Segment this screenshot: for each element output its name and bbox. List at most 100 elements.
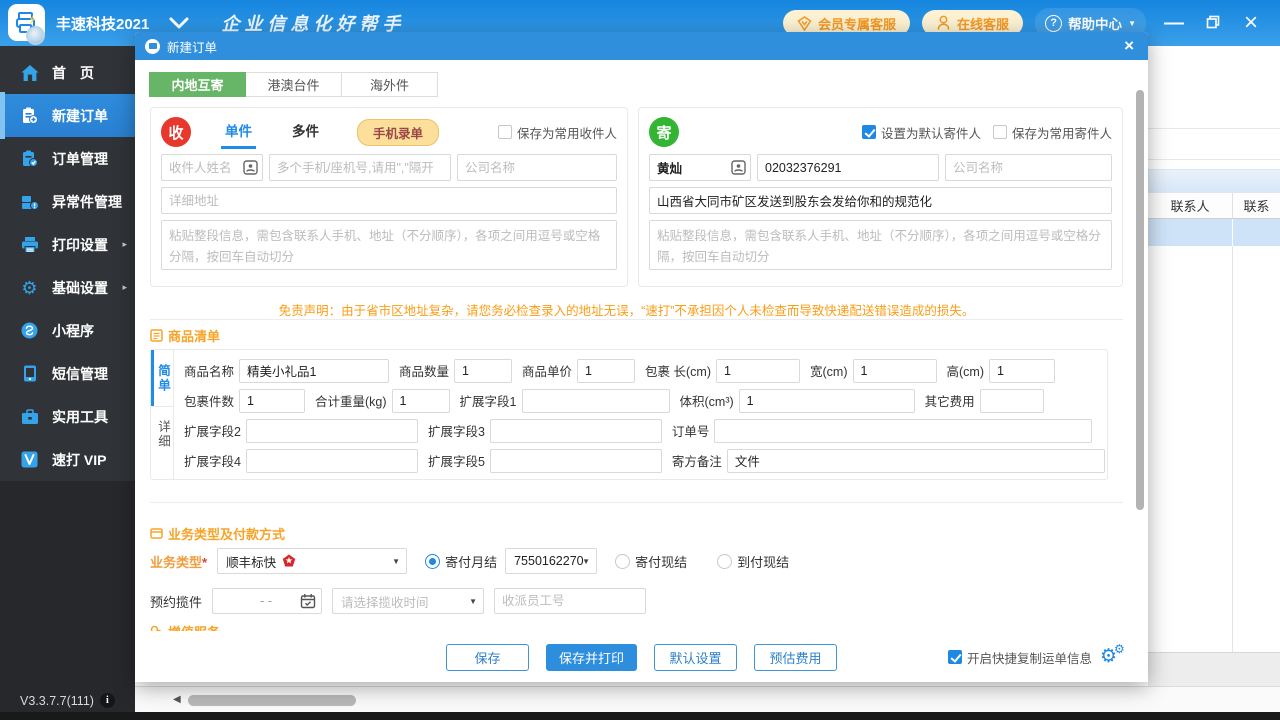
- courier-id-input[interactable]: [494, 588, 646, 614]
- tab-multi-item[interactable]: 多件: [288, 116, 323, 149]
- hscrollbar-thumb[interactable]: [188, 695, 356, 706]
- restore-button[interactable]: [1200, 13, 1226, 33]
- vip-icon: [20, 451, 39, 468]
- goods-tab-simple[interactable]: 简单: [151, 350, 173, 406]
- dialog-vscrollbar-thumb[interactable]: [1136, 90, 1144, 510]
- background-selected-row[interactable]: [1148, 219, 1280, 246]
- minimize-button[interactable]: —: [1158, 13, 1188, 33]
- other-fee-input[interactable]: [980, 389, 1044, 413]
- recipient-badge: 收: [161, 117, 191, 147]
- radio-selected[interactable]: [425, 554, 440, 569]
- region-tabs: 内地互寄 港澳台件 海外件: [150, 72, 438, 97]
- recipient-panel: 收 单件 多件 手机录单 保存为常用收件人: [150, 107, 628, 287]
- parcel-width-input[interactable]: [853, 359, 937, 383]
- estimate-fee-button[interactable]: 预估费用: [754, 644, 837, 671]
- parcel-height-input[interactable]: [989, 359, 1055, 383]
- ext-field2-input[interactable]: [246, 419, 418, 443]
- business-type-select[interactable]: 顺丰标快 ▼: [217, 548, 407, 574]
- sender-remark-input[interactable]: [727, 449, 1105, 473]
- business-type-label: 业务类型*: [150, 552, 207, 571]
- monthly-account-select[interactable]: 7550162270 ▼: [505, 548, 597, 574]
- sidebar-item-tools[interactable]: 实用工具: [0, 395, 135, 438]
- sender-phone-input[interactable]: [757, 154, 939, 181]
- calendar-icon[interactable]: [300, 593, 316, 612]
- sidebar-item-base-settings[interactable]: ⚙ 基础设置 ▸: [0, 266, 135, 309]
- sidebar-item-print-settings[interactable]: 打印设置 ▸: [0, 223, 135, 266]
- sidebar-item-order-manage[interactable]: 订单管理: [0, 137, 135, 180]
- goods-tab-detail[interactable]: 详细: [151, 406, 173, 462]
- pay-monthly-radio[interactable]: 寄付月结: [425, 552, 497, 571]
- parcel-count-input[interactable]: [239, 389, 305, 413]
- goods-name-input[interactable]: [239, 359, 389, 383]
- radio[interactable]: [615, 554, 630, 569]
- dialog-close-icon[interactable]: ×: [1120, 36, 1138, 56]
- sidebar-item-new-order[interactable]: 新建订单: [0, 94, 135, 137]
- background-hscrollbar[interactable]: ◀: [135, 686, 1280, 712]
- pickup-label: 预约揽件: [150, 592, 202, 611]
- phone-entry-button[interactable]: 手机录单: [357, 119, 439, 146]
- goods-price-input[interactable]: [577, 359, 635, 383]
- pay-now-radio[interactable]: 寄付现结: [615, 552, 687, 571]
- save-button[interactable]: 保存: [446, 644, 529, 671]
- pickup-date-input[interactable]: - -: [212, 588, 322, 614]
- ext-field3-input[interactable]: [490, 419, 662, 443]
- dialog-title: 新建订单: [167, 37, 217, 56]
- sidebar-item-abnormal[interactable]: 异常件管理: [0, 180, 135, 223]
- tab-single-item[interactable]: 单件: [221, 116, 256, 149]
- goods-panel: 简单 详细 商品名称 商品数量 商品单价 包裹 长(cm) 宽(cm) 高(cm…: [150, 349, 1108, 480]
- set-default-sender-checkbox[interactable]: 设置为默认寄件人: [862, 123, 981, 142]
- default-settings-button[interactable]: 默认设置: [654, 644, 737, 671]
- save-common-recipient-checkbox[interactable]: 保存为常用收件人: [498, 123, 617, 142]
- recipient-address-input[interactable]: [161, 187, 617, 214]
- sender-company-input[interactable]: [945, 154, 1112, 181]
- info-icon[interactable]: i: [100, 693, 115, 708]
- order-manage-icon: [20, 150, 39, 167]
- ext-field5-input[interactable]: [490, 449, 662, 473]
- sidebar-item-sms[interactable]: 短信管理: [0, 352, 135, 395]
- pickup-time-select[interactable]: 请选择揽收时间 ▼: [332, 588, 484, 614]
- dropdown-arrow-icon: ▼: [392, 557, 400, 566]
- background-grid-line: [1232, 246, 1233, 656]
- contact-book-icon[interactable]: [731, 160, 746, 180]
- order-no-input[interactable]: [714, 419, 1092, 443]
- close-window-button[interactable]: ×: [1238, 13, 1264, 33]
- total-weight-input[interactable]: [392, 389, 450, 413]
- recipient-phones-input[interactable]: [269, 154, 451, 181]
- dropdown-arrow-icon: ▼: [582, 557, 590, 566]
- parcel-length-input[interactable]: [716, 359, 800, 383]
- checkbox[interactable]: [498, 125, 512, 139]
- sender-address-input[interactable]: [649, 187, 1112, 214]
- goods-qty-input[interactable]: [454, 359, 512, 383]
- settings-gears-icon[interactable]: ⚙ ⚙: [1100, 645, 1126, 669]
- sidebar-item-home[interactable]: 首 页: [0, 51, 135, 94]
- checkbox-checked[interactable]: [862, 125, 876, 139]
- submenu-arrow-icon: ▸: [122, 239, 127, 250]
- dropdown-arrow-icon: ▼: [469, 597, 477, 606]
- disclaimer-text: 免责声明：由于省市区地址复杂，请您务必检查录入的地址无误，“速打”不承担因个人未…: [135, 300, 1118, 319]
- contact-book-icon[interactable]: [243, 160, 258, 180]
- scroll-left-icon[interactable]: ◀: [173, 694, 181, 705]
- tab-hk-macau-taiwan[interactable]: 港澳台件: [245, 72, 342, 97]
- sidebar-item-vip[interactable]: 速打 VIP: [0, 438, 135, 481]
- payment-icon: [150, 527, 163, 540]
- tab-domestic[interactable]: 内地互寄: [149, 72, 246, 97]
- quick-copy-checkbox[interactable]: 开启快捷复制运单信息: [948, 648, 1092, 667]
- divider: [150, 319, 1123, 320]
- save-common-sender-checkbox[interactable]: 保存为常用寄件人: [993, 123, 1112, 142]
- ext-field1-input[interactable]: [522, 389, 670, 413]
- checkbox-checked[interactable]: [948, 650, 962, 664]
- pay-arrival-radio[interactable]: 到付现结: [717, 552, 789, 571]
- recipient-paste-textarea[interactable]: [161, 220, 617, 270]
- chevron-down-icon[interactable]: [169, 17, 189, 29]
- abnormal-manage-icon: [20, 193, 39, 210]
- sender-paste-textarea[interactable]: [649, 220, 1112, 270]
- sidebar-item-miniprogram[interactable]: 小程序: [0, 309, 135, 352]
- save-print-button[interactable]: 保存并打印: [546, 644, 637, 671]
- radio[interactable]: [717, 554, 732, 569]
- checkbox[interactable]: [993, 125, 1007, 139]
- volume-input[interactable]: [739, 389, 915, 413]
- sender-badge: 寄: [649, 117, 679, 147]
- tab-overseas[interactable]: 海外件: [341, 72, 438, 97]
- recipient-company-input[interactable]: [457, 154, 617, 181]
- ext-field4-input[interactable]: [246, 449, 418, 473]
